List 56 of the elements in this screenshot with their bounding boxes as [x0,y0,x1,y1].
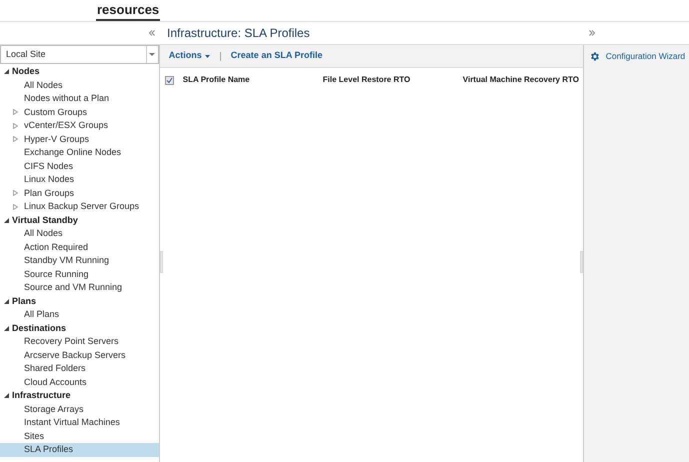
tree-item[interactable]: Instant Virtual Machines [0,416,159,430]
tree-item[interactable]: SLA Profiles [0,443,159,456]
select-all-checkbox[interactable] [164,76,174,84]
tree-item[interactable]: All Plans [0,308,159,322]
expand-right-icon[interactable] [589,30,595,36]
tree-item[interactable]: Hyper-V Groups [0,132,159,146]
site-dropdown[interactable]: Local Site [0,45,159,64]
tree-item[interactable]: Exchange Online Nodes [0,146,159,160]
tree-item[interactable]: Cloud Accounts [0,376,159,389]
tree-item[interactable]: Recovery Point Servers [0,335,159,348]
nav-tab[interactable]: resources [96,3,160,21]
column-header[interactable]: File Level Restore RTO [322,74,463,86]
tree-item[interactable]: Action Required [0,240,159,254]
tree-item[interactable]: Source and VM Running [0,281,159,294]
collapsed-triangle-icon[interactable] [13,204,18,210]
actions-menu-button[interactable]: Actions [168,49,210,63]
tree-item[interactable]: CIFS Nodes [0,160,159,173]
tree-item[interactable]: Arcserve Backup Servers [0,348,159,362]
tree-item[interactable]: Nodes without a Plan [0,92,159,106]
tree-section[interactable]: Plans [12,296,36,306]
tree-item[interactable]: Sites [0,430,159,443]
page-title: Infrastructure: SLA Profiles [167,25,311,42]
tree-item[interactable]: Plan Groups [0,186,159,200]
tree-item[interactable]: Custom Groups [0,106,159,119]
tree-item[interactable]: Shared Folders [0,362,159,376]
tree-item[interactable]: Source Running [0,268,159,281]
expanded-triangle-icon[interactable] [4,218,9,223]
column-header[interactable]: Virtual Machine Recovery RTO [462,74,583,86]
caret-icon [149,53,156,56]
collapsed-triangle-icon[interactable] [13,122,18,129]
tree-section[interactable]: Nodes [12,67,40,76]
caret-icon [204,54,210,58]
tree-item[interactable]: Linux Nodes [0,173,159,186]
expanded-triangle-icon[interactable] [4,298,9,304]
tree-item[interactable]: Storage Arrays [0,402,159,416]
collapsed-triangle-icon[interactable] [13,109,18,116]
collapse-left-icon[interactable] [149,30,155,36]
tree-item[interactable]: All Nodes [0,227,159,240]
splitter-handle[interactable] [580,251,583,273]
tree-section[interactable]: Virtual Standby [12,216,78,225]
expanded-triangle-icon[interactable] [4,393,9,398]
tree-section[interactable]: Destinations [12,324,66,333]
splitter-handle[interactable] [160,251,163,273]
gear-icon [588,50,600,62]
tree-item[interactable]: vCenter/ESX Groups [0,119,159,132]
tree-section[interactable]: Infrastructure [12,391,71,400]
configuration-wizard-link[interactable]: Configuration Wizard [588,50,686,63]
expanded-triangle-icon[interactable] [4,69,9,74]
column-header[interactable]: SLA Profile Name [182,74,323,86]
tree-item[interactable]: Standby VM Running [0,254,159,268]
collapsed-triangle-icon[interactable] [13,136,18,142]
tree-item[interactable]: Linux Backup Server Groups [0,200,159,214]
collapsed-triangle-icon[interactable] [13,190,18,196]
create-link[interactable]: Create an SLA Profile [230,49,322,63]
expanded-triangle-icon[interactable] [4,326,9,331]
tree-item[interactable]: All Nodes [0,78,159,92]
